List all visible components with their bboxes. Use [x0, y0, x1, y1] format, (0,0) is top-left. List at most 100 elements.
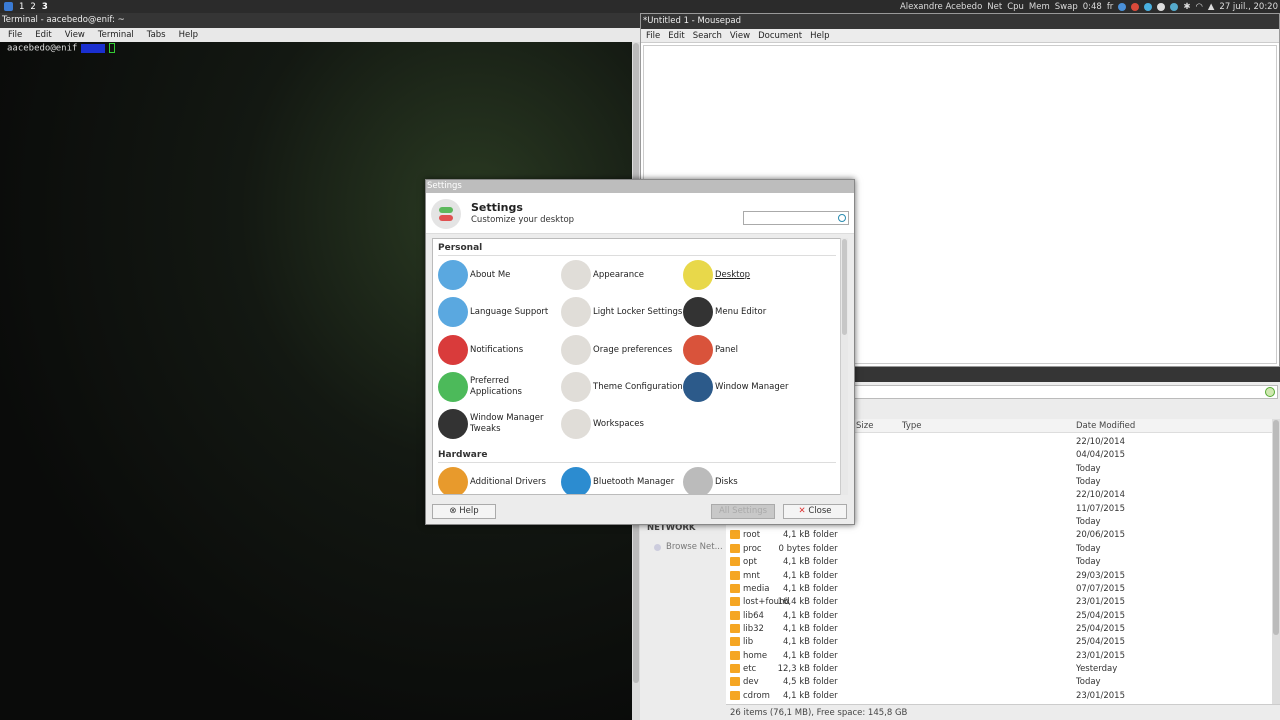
mousepad-menu-search[interactable]: Search — [693, 31, 722, 41]
all-settings-button: All Settings — [711, 504, 775, 519]
settings-item-theme-configuration[interactable]: Theme Configuration — [561, 371, 683, 402]
wifi-icon[interactable]: ◠ — [1195, 2, 1202, 12]
table-row[interactable]: media 4,1 kB folder 07/07/2015 — [726, 582, 1272, 595]
about-me-icon — [438, 260, 468, 290]
terminal-menu-terminal[interactable]: Terminal — [98, 30, 134, 40]
settings-item-label: Desktop — [715, 270, 751, 280]
panel-tray: Alexandre Acebedo Net Cpu Mem Swap 0:48 … — [900, 0, 1278, 13]
table-row[interactable]: lib 4,1 kB folder 25/04/2015 — [726, 635, 1272, 648]
menu-editor-icon — [683, 297, 713, 328]
file-size: 4,1 kB — [783, 637, 810, 648]
keyboard-layout[interactable]: fr — [1107, 2, 1114, 12]
table-row[interactable]: lib32 4,1 kB folder 25/04/2015 — [726, 622, 1272, 635]
additional-drivers-icon — [438, 467, 468, 494]
orage-icon — [561, 334, 591, 365]
file-type: folder — [813, 690, 838, 701]
settings-search-input[interactable] — [743, 211, 849, 225]
workspace-2[interactable]: 2 — [30, 2, 35, 12]
settings-item-disks[interactable]: Disks — [683, 467, 805, 494]
settings-item-label: Bluetooth Manager — [593, 477, 675, 487]
file-size: 4,1 kB — [783, 530, 810, 541]
disks-icon — [683, 467, 713, 494]
user-name[interactable]: Alexandre Acebedo — [900, 2, 982, 12]
table-row[interactable]: dev 4,5 kB folder Today — [726, 675, 1272, 688]
workspace-1[interactable]: 1 — [19, 2, 24, 12]
column-modified[interactable]: Date Modified — [1076, 421, 1135, 431]
terminal-menu-tabs[interactable]: Tabs — [147, 30, 166, 40]
sidebar-item-browse-network[interactable]: Browse Net... — [654, 542, 726, 552]
terminal-menu-edit[interactable]: Edit — [35, 30, 51, 40]
file-modified: 22/10/2014 — [1076, 490, 1125, 501]
file-size: 4,1 kB — [783, 650, 810, 661]
workspace-3[interactable]: 3 — [42, 2, 48, 12]
table-row[interactable]: lost+found 16,4 kB folder 23/01/2015 — [726, 595, 1272, 608]
close-icon: ✕ — [798, 506, 806, 516]
go-icon[interactable] — [1265, 387, 1275, 397]
help-button[interactable]: ⊗ Help — [432, 504, 496, 519]
panel-icon — [683, 334, 713, 365]
mousepad-menu-edit[interactable]: Edit — [668, 31, 684, 41]
mousepad-titlebar[interactable]: *Untitled 1 - Mousepad — [641, 14, 1279, 29]
sync-tray-icon[interactable] — [1170, 2, 1179, 11]
table-row[interactable]: mnt 4,1 kB folder 29/03/2015 — [726, 569, 1272, 582]
dropbox-tray-icon[interactable] — [1157, 2, 1166, 11]
settings-item-appearance[interactable]: Appearance — [561, 260, 683, 290]
table-row[interactable]: lib64 4,1 kB folder 25/04/2015 — [726, 609, 1272, 622]
settings-item-panel[interactable]: Panel — [683, 334, 805, 365]
location-bar[interactable] — [854, 385, 1278, 399]
settings-item-label: Window Manager — [715, 381, 789, 392]
mousepad-menu-file[interactable]: File — [646, 31, 660, 41]
settings-item-language-support[interactable]: Language Support — [438, 297, 560, 328]
notification-bell-icon[interactable]: ▲ — [1208, 2, 1215, 12]
close-button[interactable]: ✕ Close — [783, 504, 847, 519]
mousepad-menu-document[interactable]: Document — [758, 31, 802, 41]
file-size: 4,1 kB — [783, 610, 810, 621]
settings-item-preferred-applications[interactable]: Preferred Applications — [438, 371, 560, 402]
settings-item-light-locker-settings[interactable]: Light Locker Settings — [561, 297, 683, 328]
table-row[interactable]: proc 0 bytes folder Today — [726, 542, 1272, 555]
settings-item-additional-drivers[interactable]: Additional Drivers — [438, 467, 560, 494]
appearance-icon — [561, 260, 591, 290]
settings-item-workspaces[interactable]: Workspaces — [561, 409, 683, 440]
terminal-menu-help[interactable]: Help — [179, 30, 198, 40]
theme-config-icon — [561, 371, 591, 402]
network-tray-icon[interactable] — [1118, 2, 1127, 11]
terminal-menu-view[interactable]: View — [65, 30, 85, 40]
column-type[interactable]: Type — [902, 421, 922, 431]
settings-item-about-me[interactable]: About Me — [438, 260, 560, 290]
settings-item-desktop[interactable]: Desktop — [683, 260, 805, 290]
notifications-icon — [438, 334, 468, 365]
settings-titlebar[interactable]: Settings — [426, 180, 854, 193]
table-row[interactable]: cdrom 4,1 kB folder 23/01/2015 — [726, 689, 1272, 702]
terminal-titlebar[interactable]: Terminal - aacebedo@enif: ~ — [0, 13, 640, 28]
workspace-switcher[interactable]: 1 2 3 — [4, 2, 48, 12]
settings-item-window-manager-tweaks[interactable]: Window Manager Tweaks — [438, 409, 560, 440]
settings-item-notifications[interactable]: Notifications — [438, 334, 560, 365]
settings-item-bluetooth-manager[interactable]: Bluetooth Manager — [561, 467, 683, 494]
settings-title: Settings — [471, 201, 523, 214]
chrome-tray-icon[interactable] — [1131, 2, 1140, 11]
file-modified: 23/01/2015 — [1076, 597, 1125, 608]
app-menu-icon[interactable] — [4, 2, 13, 11]
table-row[interactable]: root 4,1 kB folder 20/06/2015 — [726, 528, 1272, 541]
bluetooth-icon[interactable]: ✱ — [1183, 2, 1190, 12]
column-size[interactable]: Size — [856, 421, 873, 431]
mousepad-menu-view[interactable]: View — [730, 31, 750, 41]
search-icon — [838, 214, 846, 222]
table-row[interactable]: etc 12,3 kB folder Yesterday — [726, 662, 1272, 675]
table-row[interactable]: opt 4,1 kB folder Today — [726, 555, 1272, 568]
table-row[interactable]: home 4,1 kB folder 23/01/2015 — [726, 649, 1272, 662]
settings-scrollbar[interactable] — [840, 238, 848, 495]
settings-item-menu-editor[interactable]: Menu Editor — [683, 297, 805, 328]
settings-grid: Personal About Me Appearance Desktop Langua… — [432, 238, 847, 495]
file-size: 4,1 kB — [783, 557, 810, 568]
settings-item-orage-preferences[interactable]: Orage preferences — [561, 334, 683, 365]
skype-tray-icon[interactable] — [1144, 2, 1153, 11]
settings-item-window-manager[interactable]: Window Manager — [683, 371, 805, 402]
file-modified: Today — [1076, 517, 1101, 528]
file-size: 4,5 kB — [783, 677, 810, 688]
file-list-scrollbar[interactable] — [1272, 419, 1280, 704]
clock[interactable]: 27 juil., 20:20 — [1219, 2, 1278, 12]
mousepad-menu-help[interactable]: Help — [810, 31, 829, 41]
terminal-menu-file[interactable]: File — [8, 30, 22, 40]
